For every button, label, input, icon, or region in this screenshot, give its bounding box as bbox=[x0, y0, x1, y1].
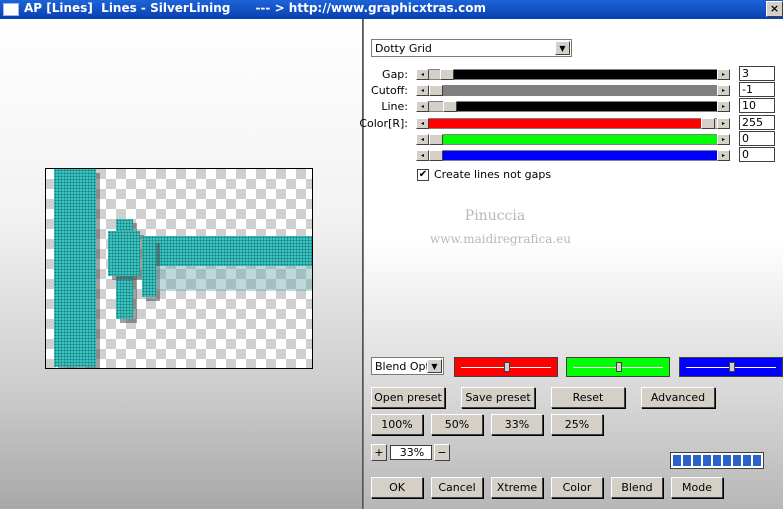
slider-thumb[interactable] bbox=[429, 85, 443, 96]
progress-segment bbox=[723, 455, 731, 466]
arrow-left-icon[interactable]: ◂ bbox=[416, 150, 429, 161]
preview-connector bbox=[142, 239, 156, 297]
color-button[interactable]: Color bbox=[551, 477, 603, 498]
window-icon bbox=[3, 3, 19, 16]
window-title: AP [Lines] Lines - SilverLining --- > ht… bbox=[24, 1, 487, 15]
arrow-left-icon[interactable]: ◂ bbox=[416, 118, 429, 129]
progress-bar bbox=[670, 452, 764, 469]
arrow-right-icon[interactable]: ▸ bbox=[717, 69, 730, 80]
progress-segment bbox=[753, 455, 761, 466]
blend-color-slider[interactable] bbox=[679, 357, 783, 377]
advanced-button[interactable]: Advanced bbox=[641, 387, 715, 408]
slider-value-field[interactable]: 255 bbox=[739, 115, 775, 130]
slider-fill bbox=[454, 70, 717, 79]
blend-color-slider[interactable] bbox=[454, 357, 558, 377]
slider-thumb[interactable] bbox=[440, 69, 454, 80]
slider-track[interactable]: ◂ ▸ bbox=[416, 118, 730, 129]
open-preset-button[interactable]: Open preset bbox=[371, 387, 445, 408]
zoom-in-button[interactable]: + bbox=[371, 444, 387, 461]
slider-label: Cutoff: bbox=[371, 84, 408, 97]
arrow-right-icon[interactable]: ▸ bbox=[717, 134, 730, 145]
preview-tall-block bbox=[108, 231, 140, 276]
preview-vertical-bar bbox=[54, 169, 96, 367]
xtreme-button[interactable]: Xtreme bbox=[491, 477, 543, 498]
cancel-button[interactable]: Cancel bbox=[431, 477, 483, 498]
slider-thumb[interactable] bbox=[429, 150, 443, 161]
create-lines-label: Create lines not gaps bbox=[434, 168, 552, 181]
close-button[interactable]: × bbox=[766, 1, 783, 17]
blend-slider-knob[interactable] bbox=[504, 362, 510, 372]
ok-button[interactable]: OK bbox=[371, 477, 423, 498]
progress-segment bbox=[743, 455, 751, 466]
zoom-25-button[interactable]: 25% bbox=[551, 414, 603, 435]
arrow-left-icon[interactable]: ◂ bbox=[416, 85, 429, 96]
arrow-left-icon[interactable]: ◂ bbox=[416, 69, 429, 80]
slider-track[interactable]: ◂ ▸ bbox=[416, 101, 730, 112]
chevron-down-icon[interactable]: ▼ bbox=[427, 359, 442, 373]
watermark-url: www.maidiregrafica.eu bbox=[430, 232, 572, 246]
reset-button[interactable]: Reset bbox=[551, 387, 625, 408]
watermark-name: Pinuccia bbox=[464, 208, 526, 224]
slider-track[interactable]: ◂ ▸ bbox=[416, 150, 730, 161]
preview-horizontal-bar bbox=[142, 236, 312, 266]
zoom-33-button[interactable]: 33% bbox=[491, 414, 543, 435]
zoom-out-button[interactable]: − bbox=[434, 444, 450, 461]
slider-thumb[interactable] bbox=[429, 134, 443, 145]
slider-track[interactable]: ◂ ▸ bbox=[416, 85, 730, 96]
zoom-value[interactable]: 33% bbox=[390, 445, 432, 460]
slider-fill bbox=[443, 151, 717, 160]
preview-image bbox=[45, 168, 313, 369]
progress-segment bbox=[713, 455, 721, 466]
slider-value-field[interactable]: 0 bbox=[739, 131, 775, 146]
arrow-left-icon[interactable]: ◂ bbox=[416, 101, 429, 112]
blend-color-slider[interactable] bbox=[566, 357, 670, 377]
title-bar[interactable]: AP [Lines] Lines - SilverLining --- > ht… bbox=[0, 0, 783, 19]
blend-slider-knob[interactable] bbox=[729, 362, 735, 372]
progress-segment bbox=[683, 455, 691, 466]
slider-fill bbox=[443, 86, 717, 95]
progress-segment bbox=[673, 455, 681, 466]
create-lines-checkbox[interactable]: ✔ bbox=[417, 169, 429, 181]
slider-value-field[interactable]: 0 bbox=[739, 147, 775, 162]
arrow-right-icon[interactable]: ▸ bbox=[717, 85, 730, 96]
progress-segment bbox=[693, 455, 701, 466]
slider-fill bbox=[429, 119, 701, 128]
blend-slider-knob[interactable] bbox=[616, 362, 622, 372]
effect-dropdown[interactable]: Dotty Grid ▼ bbox=[371, 39, 572, 57]
slider-value-field[interactable]: 10 bbox=[739, 98, 775, 113]
zoom-50-button[interactable]: 50% bbox=[431, 414, 483, 435]
arrow-left-icon[interactable]: ◂ bbox=[416, 134, 429, 145]
mode-button[interactable]: Mode bbox=[671, 477, 723, 498]
arrow-right-icon[interactable]: ▸ bbox=[717, 101, 730, 112]
save-preset-button[interactable]: Save preset bbox=[461, 387, 535, 408]
progress-segment bbox=[703, 455, 711, 466]
slider-track[interactable]: ◂ ▸ bbox=[416, 69, 730, 80]
chevron-down-icon[interactable]: ▼ bbox=[555, 41, 570, 55]
slider-label: Gap: bbox=[382, 68, 408, 81]
slider-value-field[interactable]: -1 bbox=[739, 82, 775, 97]
effect-dropdown-value: Dotty Grid bbox=[375, 42, 432, 55]
progress-segment bbox=[733, 455, 741, 466]
slider-label: Line: bbox=[381, 100, 408, 113]
slider-thumb[interactable] bbox=[443, 101, 457, 112]
blend-dropdown[interactable]: Blend Optio ▼ bbox=[371, 357, 444, 375]
slider-fill bbox=[443, 135, 717, 144]
preview-shadow-band bbox=[156, 266, 312, 291]
slider-value-field[interactable]: 3 bbox=[739, 66, 775, 81]
zoom-100-button[interactable]: 100% bbox=[371, 414, 423, 435]
slider-track[interactable]: ◂ ▸ bbox=[416, 134, 730, 145]
slider-thumb[interactable] bbox=[701, 118, 715, 129]
slider-label: Color[R]: bbox=[359, 117, 408, 130]
slider-fill bbox=[457, 102, 717, 111]
blend-button[interactable]: Blend bbox=[611, 477, 663, 498]
arrow-right-icon[interactable]: ▸ bbox=[717, 150, 730, 161]
arrow-right-icon[interactable]: ▸ bbox=[717, 118, 730, 129]
blend-dropdown-value: Blend Optio bbox=[375, 360, 427, 373]
